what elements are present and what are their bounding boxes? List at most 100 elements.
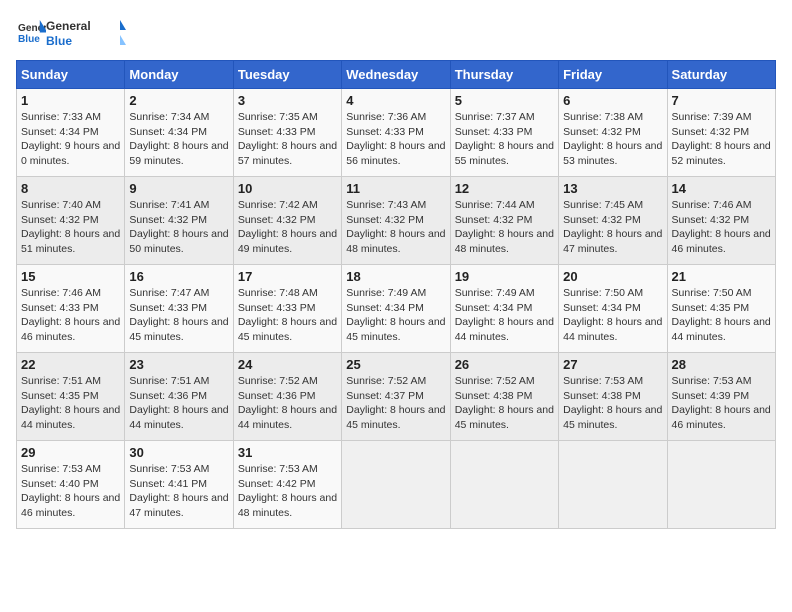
calendar-cell: 15Sunrise: 7:46 AMSunset: 4:33 PMDayligh… [17, 265, 125, 353]
calendar-cell: 11 Sunrise: 7:43 AMSunset: 4:32 PMDayligh… [342, 177, 450, 265]
page-header: General Blue General Blue [16, 16, 776, 52]
day-number: 29 [21, 445, 120, 460]
weekday-header-sunday: Sunday [17, 61, 125, 89]
day-info: Sunrise: 7:40 AMSunset: 4:32 PMDaylight:… [21, 198, 120, 257]
calendar-cell: 25 Sunrise: 7:52 AMSunset: 4:37 PMDayligh… [342, 353, 450, 441]
day-number: 14 [672, 181, 771, 196]
day-number: 2 [129, 93, 228, 108]
calendar-cell: 8 Sunrise: 7:40 AMSunset: 4:32 PMDaylight… [17, 177, 125, 265]
day-number: 18 [346, 269, 445, 284]
day-info: Sunrise: 7:44 AMSunset: 4:32 PMDaylight:… [455, 198, 554, 257]
calendar-cell: 3 Sunrise: 7:35 AMSunset: 4:33 PMDaylight… [233, 89, 341, 177]
weekday-header-saturday: Saturday [667, 61, 775, 89]
day-number: 28 [672, 357, 771, 372]
day-info: Sunrise: 7:39 AMSunset: 4:32 PMDaylight:… [672, 110, 771, 169]
day-number: 24 [238, 357, 337, 372]
day-info: Sunrise: 7:53 AMSunset: 4:40 PMDaylight:… [21, 462, 120, 521]
calendar-cell: 5Sunrise: 7:37 AMSunset: 4:33 PMDaylight… [450, 89, 558, 177]
weekday-header-monday: Monday [125, 61, 233, 89]
calendar-cell: 1 Sunrise: 7:33 AMSunset: 4:34 PMDaylight… [17, 89, 125, 177]
day-info: Sunrise: 7:50 AMSunset: 4:34 PMDaylight:… [563, 286, 662, 345]
day-number: 1 [21, 93, 120, 108]
svg-text:General: General [46, 19, 91, 33]
day-info: Sunrise: 7:49 AMSunset: 4:34 PMDaylight:… [346, 286, 445, 345]
day-info: Sunrise: 7:52 AMSunset: 4:37 PMDaylight:… [346, 374, 445, 433]
day-number: 10 [238, 181, 337, 196]
calendar-cell: 2 Sunrise: 7:34 AMSunset: 4:34 PMDaylight… [125, 89, 233, 177]
calendar-cell: 17 Sunrise: 7:48 AMSunset: 4:33 PMDayligh… [233, 265, 341, 353]
week-row-1: 1 Sunrise: 7:33 AMSunset: 4:34 PMDaylight… [17, 89, 776, 177]
day-info: Sunrise: 7:53 AMSunset: 4:39 PMDaylight:… [672, 374, 771, 433]
day-info: Sunrise: 7:53 AMSunset: 4:38 PMDaylight:… [563, 374, 662, 433]
day-info: Sunrise: 7:47 AMSunset: 4:33 PMDaylight:… [129, 286, 228, 345]
calendar-cell [342, 441, 450, 529]
weekday-header-row: SundayMondayTuesdayWednesdayThursdayFrid… [17, 61, 776, 89]
day-info: Sunrise: 7:34 AMSunset: 4:34 PMDaylight:… [129, 110, 228, 169]
calendar-cell: 16 Sunrise: 7:47 AMSunset: 4:33 PMDayligh… [125, 265, 233, 353]
weekday-header-thursday: Thursday [450, 61, 558, 89]
svg-text:Blue: Blue [18, 34, 40, 45]
day-number: 22 [21, 357, 120, 372]
calendar-cell: 24 Sunrise: 7:52 AMSunset: 4:36 PMDayligh… [233, 353, 341, 441]
day-info: Sunrise: 7:35 AMSunset: 4:33 PMDaylight:… [238, 110, 337, 169]
day-number: 4 [346, 93, 445, 108]
day-number: 25 [346, 357, 445, 372]
calendar-cell: 29 Sunrise: 7:53 AMSunset: 4:40 PMDayligh… [17, 441, 125, 529]
calendar-cell: 30Sunrise: 7:53 AMSunset: 4:41 PMDayligh… [125, 441, 233, 529]
svg-text:Blue: Blue [46, 34, 72, 48]
day-info: Sunrise: 7:46 AMSunset: 4:32 PMDaylight:… [672, 198, 771, 257]
day-info: Sunrise: 7:41 AMSunset: 4:32 PMDaylight:… [129, 198, 228, 257]
calendar-cell: 21Sunrise: 7:50 AMSunset: 4:35 PMDayligh… [667, 265, 775, 353]
calendar-cell: 7 Sunrise: 7:39 AMSunset: 4:32 PMDaylight… [667, 89, 775, 177]
day-number: 7 [672, 93, 771, 108]
day-number: 13 [563, 181, 662, 196]
calendar-cell: 26Sunrise: 7:52 AMSunset: 4:38 PMDayligh… [450, 353, 558, 441]
day-info: Sunrise: 7:43 AMSunset: 4:32 PMDaylight:… [346, 198, 445, 257]
day-number: 6 [563, 93, 662, 108]
day-number: 11 [346, 181, 445, 196]
logo-svg: General Blue [46, 16, 126, 52]
day-number: 31 [238, 445, 337, 460]
day-info: Sunrise: 7:36 AMSunset: 4:33 PMDaylight:… [346, 110, 445, 169]
day-info: Sunrise: 7:48 AMSunset: 4:33 PMDaylight:… [238, 286, 337, 345]
day-info: Sunrise: 7:45 AMSunset: 4:32 PMDaylight:… [563, 198, 662, 257]
week-row-4: 22 Sunrise: 7:51 AMSunset: 4:35 PMDayligh… [17, 353, 776, 441]
day-number: 20 [563, 269, 662, 284]
calendar-cell: 18 Sunrise: 7:49 AMSunset: 4:34 PMDayligh… [342, 265, 450, 353]
day-info: Sunrise: 7:53 AMSunset: 4:42 PMDaylight:… [238, 462, 337, 521]
weekday-header-tuesday: Tuesday [233, 61, 341, 89]
calendar-cell: 4 Sunrise: 7:36 AMSunset: 4:33 PMDaylight… [342, 89, 450, 177]
day-info: Sunrise: 7:51 AMSunset: 4:35 PMDaylight:… [21, 374, 120, 433]
day-info: Sunrise: 7:53 AMSunset: 4:41 PMDaylight:… [129, 462, 228, 521]
calendar-cell [559, 441, 667, 529]
day-number: 15 [21, 269, 120, 284]
day-number: 9 [129, 181, 228, 196]
calendar-cell: 23Sunrise: 7:51 AMSunset: 4:36 PMDayligh… [125, 353, 233, 441]
day-number: 16 [129, 269, 228, 284]
day-number: 12 [455, 181, 554, 196]
week-row-2: 8 Sunrise: 7:40 AMSunset: 4:32 PMDaylight… [17, 177, 776, 265]
calendar-cell: 12 Sunrise: 7:44 AMSunset: 4:32 PMDayligh… [450, 177, 558, 265]
day-info: Sunrise: 7:42 AMSunset: 4:32 PMDaylight:… [238, 198, 337, 257]
week-row-3: 15Sunrise: 7:46 AMSunset: 4:33 PMDayligh… [17, 265, 776, 353]
day-number: 26 [455, 357, 554, 372]
day-info: Sunrise: 7:52 AMSunset: 4:36 PMDaylight:… [238, 374, 337, 433]
day-info: Sunrise: 7:33 AMSunset: 4:34 PMDaylight:… [21, 110, 120, 169]
calendar-cell: 28 Sunrise: 7:53 AMSunset: 4:39 PMDayligh… [667, 353, 775, 441]
calendar-cell: 13 Sunrise: 7:45 AMSunset: 4:32 PMDayligh… [559, 177, 667, 265]
day-number: 8 [21, 181, 120, 196]
calendar-cell: 27Sunrise: 7:53 AMSunset: 4:38 PMDayligh… [559, 353, 667, 441]
week-row-5: 29 Sunrise: 7:53 AMSunset: 4:40 PMDayligh… [17, 441, 776, 529]
calendar-cell: 14 Sunrise: 7:46 AMSunset: 4:32 PMDayligh… [667, 177, 775, 265]
calendar-cell [450, 441, 558, 529]
weekday-header-friday: Friday [559, 61, 667, 89]
day-number: 23 [129, 357, 228, 372]
calendar-table: SundayMondayTuesdayWednesdayThursdayFrid… [16, 60, 776, 529]
calendar-cell [667, 441, 775, 529]
day-number: 17 [238, 269, 337, 284]
weekday-header-wednesday: Wednesday [342, 61, 450, 89]
day-info: Sunrise: 7:38 AMSunset: 4:32 PMDaylight:… [563, 110, 662, 169]
day-number: 3 [238, 93, 337, 108]
calendar-cell: 19Sunrise: 7:49 AMSunset: 4:34 PMDayligh… [450, 265, 558, 353]
calendar-cell: 6 Sunrise: 7:38 AMSunset: 4:32 PMDaylight… [559, 89, 667, 177]
